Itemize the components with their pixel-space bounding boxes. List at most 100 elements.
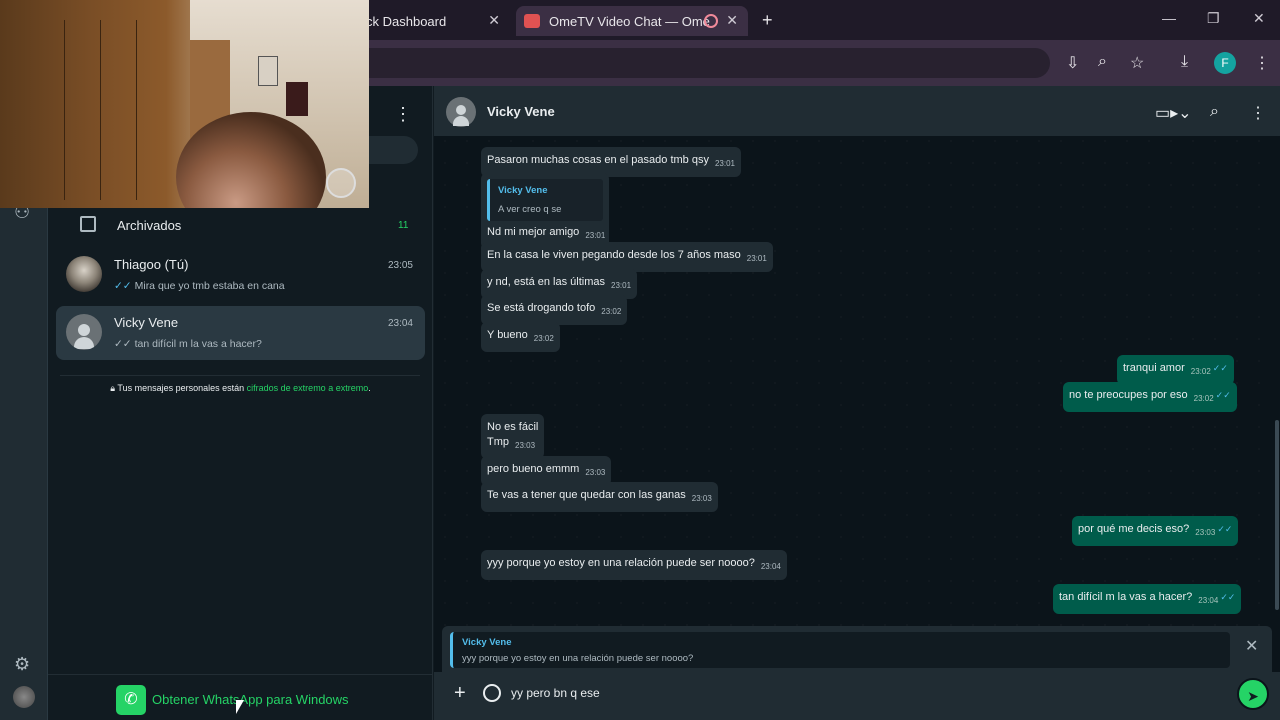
send-button[interactable]: ➤: [1237, 678, 1269, 710]
video-call-icon[interactable]: ▭▸⌄: [1155, 103, 1192, 123]
chat-preview: ✓✓ tan difícil m la vas a hacer?: [114, 338, 262, 350]
get-app-label[interactable]: Obtener WhatsApp para Windows: [152, 692, 349, 707]
divider: [60, 375, 420, 376]
tab-dashboard[interactable]: ck Dashboard ✕: [360, 6, 510, 36]
message-incoming[interactable]: Se está drogando tofo 23:02: [481, 295, 628, 325]
encryption-link[interactable]: cifrados de extremo a extremo: [247, 383, 369, 393]
message-time: 23:04: [760, 562, 781, 571]
archive-icon: [80, 216, 96, 232]
message-time: 23:04: [1198, 596, 1219, 605]
message-incoming[interactable]: No es fácil Tmp 23:03: [481, 414, 545, 459]
message-text: Te vas a tener que quedar con las ganas: [487, 489, 686, 501]
chat-row-thiagoo[interactable]: Thiagoo (Tú) 23:05 ✓✓ Mira que yo tmb est…: [56, 248, 425, 302]
encryption-notice: 🔒︎ Tus mensajes personales están cifrado…: [48, 383, 433, 394]
chat-name: Thiagoo (Tú): [114, 257, 189, 272]
contact-avatar[interactable]: [446, 97, 476, 127]
archived-count: 11: [398, 220, 409, 231]
tab-favicon-icon: [524, 14, 540, 28]
search-input[interactable]: [369, 136, 418, 164]
profile-avatar[interactable]: F: [1214, 52, 1236, 74]
message-text: yyy porque yo estoy en una relación pued…: [487, 557, 755, 569]
message-text: Nd mi mejor amigo: [487, 226, 580, 238]
webcam-overlay: [0, 0, 369, 208]
message-time: 23:02: [533, 334, 554, 343]
quoted-text: A ver creo q se: [498, 204, 562, 215]
avatar: [66, 256, 102, 292]
archived-label: Archivados: [117, 218, 182, 233]
read-ticks-icon: ✓✓: [1220, 592, 1236, 602]
zoom-icon[interactable]: ⌕: [1098, 53, 1107, 71]
message-time: 23:03: [515, 441, 536, 450]
settings-icon[interactable]: ⚙: [14, 654, 30, 675]
download-icon[interactable]: ⤓: [1181, 53, 1188, 71]
contact-name[interactable]: Vicky Vene: [487, 104, 555, 119]
reply-quote[interactable]: Vicky Vene yyy porque yo estoy en una re…: [450, 632, 1230, 668]
tab-close-icon[interactable]: ✕: [726, 12, 738, 29]
message-incoming[interactable]: En la casa le viven pegando desde los 7 …: [481, 242, 773, 272]
encryption-text: Tus mensajes personales están: [117, 383, 245, 393]
message-incoming[interactable]: Y bueno 23:02: [481, 322, 560, 352]
bookmark-star-icon[interactable]: ☆: [1130, 53, 1144, 73]
minimize-icon[interactable]: —: [1162, 10, 1176, 26]
reply-author: Vicky Vene: [462, 637, 512, 648]
quoted-message[interactable]: Vicky Vene A ver creo q se: [487, 179, 603, 221]
browser-menu-icon[interactable]: ⋮: [1254, 53, 1270, 73]
archived-row[interactable]: Archivados 11: [48, 210, 433, 240]
message-time: 23:01: [585, 231, 606, 240]
message-text: por qué me decis eso?: [1078, 523, 1190, 535]
emoji-icon[interactable]: [483, 684, 501, 702]
message-text: Se está drogando tofo: [487, 302, 596, 314]
chat-list-menu-icon[interactable]: ⋮: [394, 104, 412, 125]
message-text: no te preocupes por eso: [1069, 389, 1188, 401]
chat-name: Vicky Vene: [114, 315, 179, 330]
read-ticks-icon: ✓✓: [1215, 390, 1231, 400]
attach-icon[interactable]: +: [454, 682, 466, 705]
chat-preview-text: Mira que yo tmb estaba en cana: [134, 280, 285, 292]
read-ticks-icon: ✓✓: [1212, 363, 1228, 373]
messages-scrollbar[interactable]: [1275, 420, 1279, 610]
quoted-author: Vicky Vene: [498, 185, 548, 196]
message-time: 23:01: [714, 159, 735, 168]
close-reply-icon[interactable]: ✕: [1245, 636, 1258, 656]
message-text: pero bueno emmm: [487, 463, 580, 475]
chat-row-vicky[interactable]: Vicky Vene 23:04 ✓✓ tan difícil m la vas …: [56, 306, 425, 360]
tab-ometv[interactable]: OmeTV Video Chat — Ome ✕: [516, 6, 748, 36]
message-time: 23:03: [691, 494, 712, 503]
message-time: 23:02: [1193, 394, 1214, 403]
message-composer: + yy pero bn q ese ➤: [434, 672, 1280, 720]
recording-icon: [704, 14, 718, 28]
message-text: y nd, está en las últimas: [487, 276, 606, 288]
new-tab-button[interactable]: +: [762, 10, 773, 31]
window-close-icon[interactable]: ✕: [1253, 10, 1265, 27]
reply-preview: Vicky Vene yyy porque yo estoy en una re…: [442, 626, 1272, 672]
message-text: Pasaron muchas cosas en el pasado tmb qs…: [487, 154, 709, 166]
message-time: 23:01: [746, 254, 767, 263]
message-input[interactable]: yy pero bn q ese: [511, 686, 600, 700]
chat-time: 23:04: [387, 318, 413, 329]
conversation-menu-icon[interactable]: ⋮: [1250, 103, 1266, 123]
search-icon[interactable]: ⌕: [1210, 103, 1219, 121]
message-outgoing[interactable]: tan difícil m la vas a hacer? 23:04 ✓✓: [1053, 584, 1242, 614]
user-avatar[interactable]: [13, 686, 35, 708]
encryption-suffix: .: [368, 383, 371, 393]
message-time: 23:02: [601, 307, 622, 316]
message-text: tranqui amor: [1123, 362, 1185, 374]
message-outgoing[interactable]: por qué me decis eso? 23:03 ✓✓: [1072, 516, 1239, 546]
message-incoming[interactable]: Te vas a tener que quedar con las ganas 2…: [481, 482, 718, 512]
message-incoming[interactable]: yyy porque yo estoy en una relación pued…: [481, 550, 787, 580]
read-ticks-icon: ✓✓: [1217, 524, 1233, 534]
tab-close-icon[interactable]: ✕: [488, 12, 500, 29]
webcam-logo-icon: [326, 168, 356, 198]
message-time: 23:01: [611, 281, 632, 290]
conversation-header[interactable]: Vicky Vene: [434, 86, 1280, 136]
message-text: No es fácil: [487, 421, 539, 433]
message-outgoing[interactable]: tranqui amor 23:02 ✓✓: [1117, 355, 1234, 385]
message-outgoing[interactable]: no te preocupes por eso 23:02 ✓✓: [1063, 382, 1237, 412]
message-incoming-with-quote[interactable]: Vicky Vene A ver creo q se Nd mi mejor a…: [481, 173, 609, 249]
avatar: [66, 314, 102, 350]
install-app-icon[interactable]: ⇩: [1066, 53, 1079, 73]
message-time: 23:03: [585, 468, 606, 477]
reply-text: yyy porque yo estoy en una relación pued…: [462, 653, 694, 664]
restore-icon[interactable]: ❐: [1207, 10, 1220, 27]
message-text: Y bueno: [487, 329, 528, 341]
